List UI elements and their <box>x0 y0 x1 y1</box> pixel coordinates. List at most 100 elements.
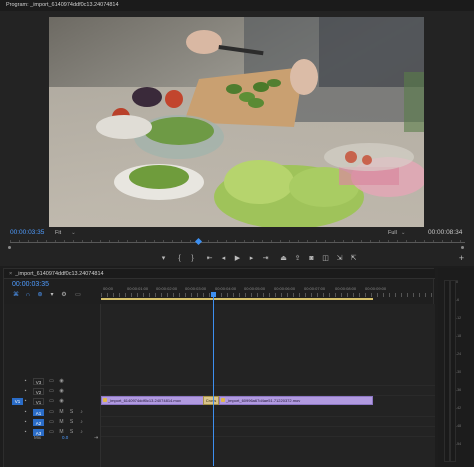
ruler-label: 00:00:01:00 <box>127 286 149 291</box>
mark-in-icon[interactable]: { <box>174 253 185 264</box>
db-label: -30 <box>456 370 462 374</box>
zoom-level-select[interactable]: Fit ⌄ <box>55 230 76 236</box>
linked-selection-icon[interactable]: ⊛ <box>36 291 44 299</box>
video-preview[interactable] <box>49 17 424 227</box>
zoom-handle-right[interactable] <box>461 246 464 249</box>
microphone-icon[interactable]: ♪ <box>78 409 85 416</box>
sync-lock-icon[interactable]: ▪ <box>22 419 29 426</box>
track-target-a2[interactable]: A2 <box>33 419 44 426</box>
toggle-sync-icon[interactable]: ▭ <box>48 419 55 426</box>
db-label: -42 <box>456 406 462 410</box>
timeline-clip[interactable]: _import_6140974ddf0c13.24074814.mov <box>101 396 213 405</box>
eye-icon[interactable]: ◉ <box>58 388 65 395</box>
timeline-panel: × _import_6140974ddf0c13.24074814 00:00:0… <box>3 268 435 467</box>
ruler-label: 00:00:04:00 <box>215 286 237 291</box>
chevron-down-icon: ⌄ <box>71 230 76 236</box>
sync-lock-icon[interactable]: ▪ <box>22 429 29 436</box>
eye-icon[interactable]: ◉ <box>58 378 65 385</box>
timeline-tab[interactable]: × _import_6140974ddf0c13.24074814 <box>4 269 435 279</box>
solo-icon[interactable]: S <box>68 409 75 416</box>
mix-go-to-end-icon[interactable]: ⇥ <box>94 435 98 441</box>
insert-icon[interactable]: ⇲ <box>334 253 345 264</box>
lift-icon[interactable]: ⏏ <box>278 253 289 264</box>
track-lane-v2[interactable] <box>101 387 435 396</box>
mute-icon[interactable]: M <box>58 409 65 416</box>
program-monitor-tab[interactable]: Program: _import_6140974ddf0c13.24074814 <box>0 0 474 11</box>
sync-lock-icon[interactable]: ▪ <box>22 378 29 385</box>
toggle-sync-icon[interactable]: ▭ <box>48 429 55 436</box>
chevron-down-icon: ⌄ <box>400 230 406 236</box>
overwrite-icon[interactable]: ⇱ <box>348 253 359 264</box>
sync-lock-icon[interactable]: ▪ <box>22 398 29 405</box>
ruler-label: 00:00:08:00 <box>335 286 357 291</box>
tracks-area[interactable]: _import_6140974ddf0c13.24074814.mov _imp… <box>101 304 435 467</box>
track-lane-a1[interactable] <box>101 408 435 417</box>
work-area-bar[interactable] <box>101 298 373 300</box>
step-back-icon[interactable]: ◂ <box>218 253 229 264</box>
track-target-v1[interactable]: V1 <box>33 398 44 405</box>
add-button-icon[interactable]: + <box>456 253 467 264</box>
toggle-sync-icon[interactable]: ▭ <box>48 409 55 416</box>
track-target-v2[interactable]: V2 <box>33 388 44 395</box>
timeline-title: × _import_6140974ddf0c13.24074814 <box>9 271 104 277</box>
add-marker-icon[interactable]: ▾ <box>48 291 56 299</box>
toggle-sync-icon[interactable]: ▭ <box>48 378 55 385</box>
sequence-name: _import_6140974ddf0c13.24074814 <box>15 271 104 277</box>
sync-lock-icon[interactable]: ▪ <box>22 409 29 416</box>
track-lane-v3[interactable] <box>101 377 435 386</box>
play-icon[interactable]: ▶ <box>232 253 243 264</box>
toggle-sync-icon[interactable]: ▭ <box>48 388 55 395</box>
db-label: -36 <box>456 388 462 392</box>
mix-track-label: Mix <box>34 435 41 440</box>
solo-icon[interactable]: S <box>68 429 75 436</box>
microphone-icon[interactable]: ♪ <box>78 429 85 436</box>
mix-volume-value[interactable]: 0.0 <box>62 435 68 440</box>
db-label: -6 <box>456 298 460 302</box>
track-header-a1: ▪ A1 ▭ M S ♪ <box>4 408 101 417</box>
transport-controls: ▾ { } ⇤ ◂ ▶ ▸ ⇥ ⏏ ⇪ ◙ ◫ ⇲ ⇱ + <box>0 253 474 265</box>
ruler-label: 00:00 <box>103 286 114 291</box>
zoom-level-value: Fit <box>55 230 62 236</box>
track-target-a1[interactable]: A1 <box>33 409 44 416</box>
program-current-timecode[interactable]: 00:00:03:35 <box>10 229 44 236</box>
insert-sequence-icon[interactable]: ⌘ <box>12 291 20 299</box>
sync-lock-icon[interactable]: ▪ <box>22 388 29 395</box>
db-label: -12 <box>456 316 462 320</box>
go-to-out-icon[interactable]: ⇥ <box>260 253 271 264</box>
db-label: -18 <box>456 334 462 338</box>
program-duration-timecode: 00:00:08:34 <box>428 229 463 236</box>
toggle-sync-icon[interactable]: ▭ <box>48 398 55 405</box>
zoom-handle-left[interactable] <box>8 246 11 249</box>
clip-name: _import_6140974ddf0c13.24074814.mov <box>108 398 181 403</box>
captions-icon[interactable]: ▭ <box>74 291 82 299</box>
track-lane-a2[interactable] <box>101 418 435 427</box>
extract-icon[interactable]: ⇪ <box>292 253 303 264</box>
timeline-timecode[interactable]: 00:00:03:35 <box>12 281 49 288</box>
export-frame-icon[interactable]: ◙ <box>306 253 317 264</box>
snap-icon[interactable]: ∩ <box>24 291 32 299</box>
time-ruler[interactable]: 00:00 00:00:01:00 00:00:02:00 00:00:03:0… <box>101 283 435 303</box>
scrubber-track <box>10 242 465 243</box>
microphone-icon[interactable]: ♪ <box>78 419 85 426</box>
go-to-in-icon[interactable]: ⇤ <box>204 253 215 264</box>
timeline-clip[interactable]: _import_60996a67d4ae51.71220372.mov <box>219 396 373 405</box>
eye-icon[interactable]: ◉ <box>58 398 65 405</box>
step-forward-icon[interactable]: ▸ <box>246 253 257 264</box>
comparison-view-icon[interactable]: ◫ <box>320 253 331 264</box>
mute-icon[interactable]: M <box>58 419 65 426</box>
track-target-v3[interactable]: V3 <box>33 378 44 385</box>
ruler-label: 00:00:07:00 <box>304 286 326 291</box>
playback-resolution-select[interactable]: Full ⌄ <box>388 230 405 236</box>
program-monitor-title: Program: _import_6140974ddf0c13.24074814 <box>6 2 119 8</box>
track-header-a3: ▪ A3 ▭ M S ♪ <box>4 428 101 437</box>
wrench-icon[interactable]: ⚙ <box>60 291 68 299</box>
video-frame-image <box>49 17 424 227</box>
cross-dissolve-transition[interactable]: Cross Dis <box>203 396 219 410</box>
solo-icon[interactable]: S <box>68 419 75 426</box>
program-scrubber[interactable] <box>10 237 465 246</box>
mark-out-icon[interactable]: } <box>187 253 198 264</box>
close-icon[interactable]: × <box>9 271 12 277</box>
marker-icon[interactable]: ▾ <box>158 253 169 264</box>
track-header-v1: V1 ▪ V1 ▭ ◉ <box>4 397 101 406</box>
track-lane-a3[interactable] <box>101 428 435 437</box>
